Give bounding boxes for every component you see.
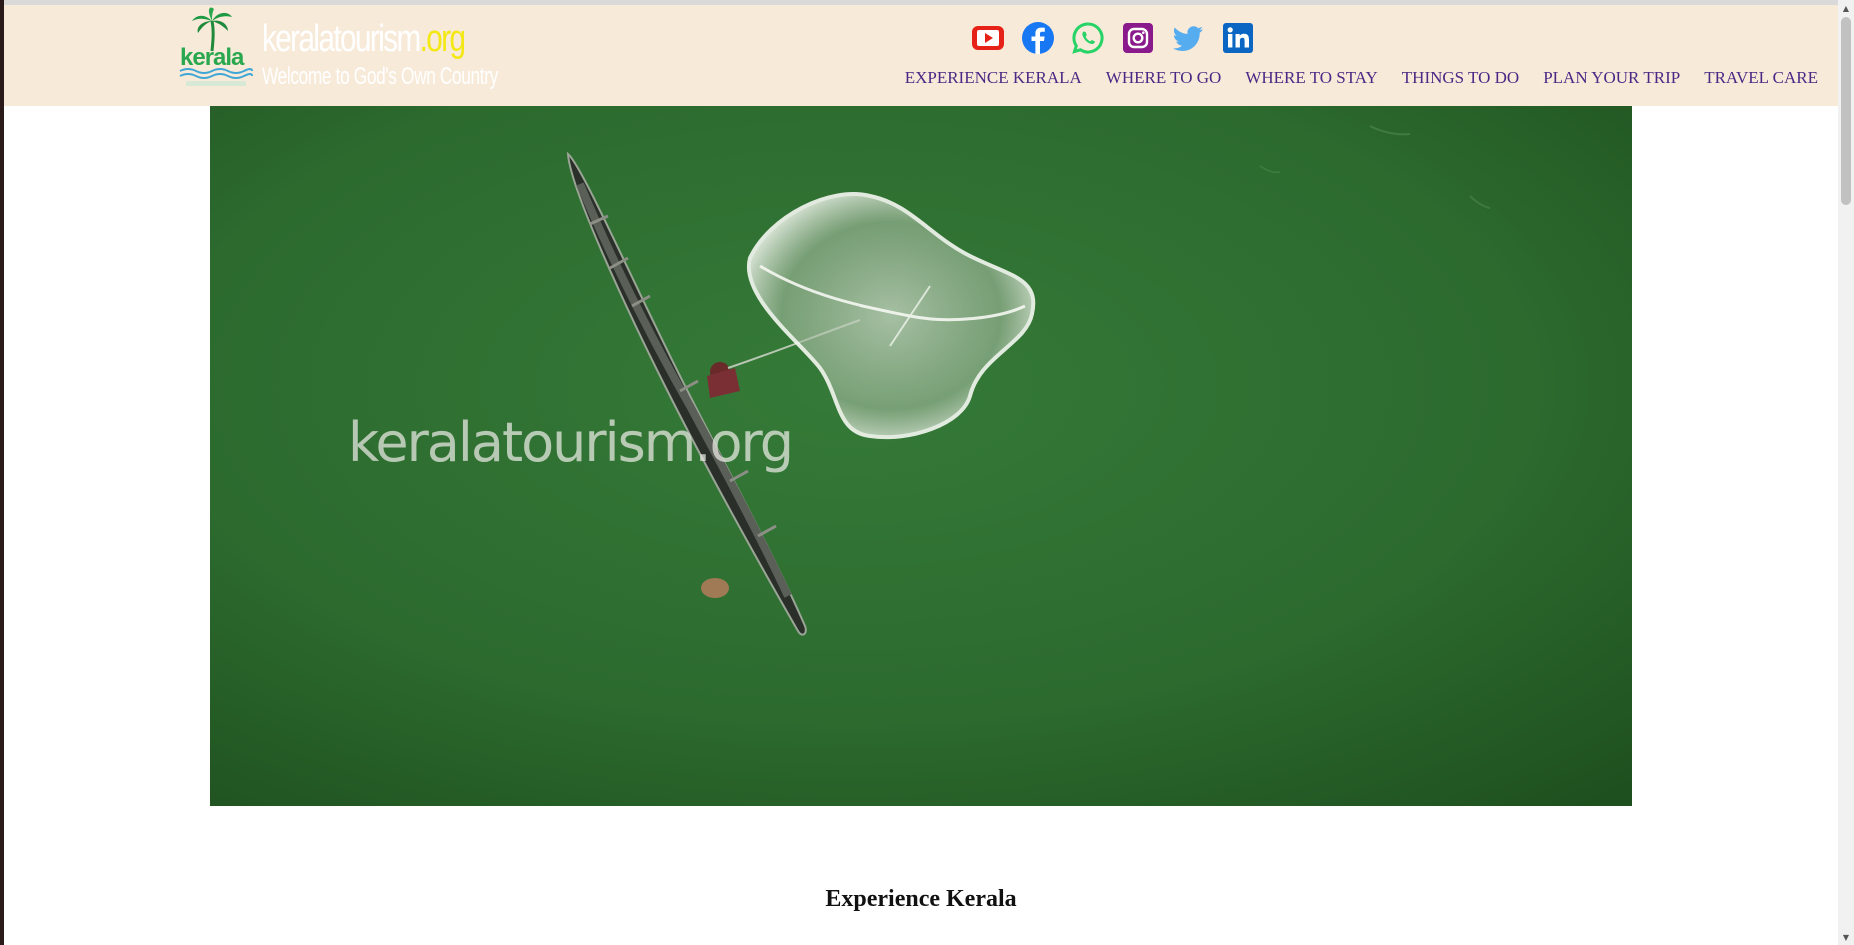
- youtube-icon[interactable]: [971, 21, 1005, 55]
- nav-where-to-stay[interactable]: WHERE TO STAY: [1245, 68, 1377, 88]
- nav-plan-your-trip[interactable]: PLAN YOUR TRIP: [1543, 68, 1680, 88]
- scroll-up-arrow-icon[interactable]: ▲: [1838, 0, 1854, 16]
- main-nav: EXPERIENCE KERALA WHERE TO GO WHERE TO S…: [905, 68, 1818, 88]
- instagram-icon[interactable]: [1121, 21, 1155, 55]
- nav-things-to-do[interactable]: THINGS TO DO: [1402, 68, 1519, 88]
- scroll-down-arrow-icon[interactable]: ▼: [1838, 929, 1854, 945]
- brand-tagline: Welcome to God's Own Country: [262, 63, 498, 90]
- brand-name-main: keralatourism: [262, 18, 421, 60]
- page-scrollbar[interactable]: ▲ ▼: [1838, 0, 1854, 945]
- scroll-thumb[interactable]: [1841, 17, 1851, 205]
- kerala-logo[interactable]: kerala: [176, 7, 256, 89]
- nav-travel-care[interactable]: TRAVEL CARE: [1704, 68, 1818, 88]
- brand-wordmark[interactable]: keralatourism.org Welcome to God's Own C…: [262, 15, 498, 95]
- nav-where-to-go[interactable]: WHERE TO GO: [1106, 68, 1222, 88]
- whatsapp-icon[interactable]: [1071, 21, 1105, 55]
- hero-watermark: keralatourism.org: [348, 411, 794, 474]
- window-left-edge: [0, 0, 4, 945]
- twitter-icon[interactable]: [1171, 21, 1205, 55]
- browser-window: kerala keralatourism.org Welcome to God'…: [0, 0, 1854, 945]
- logo-kerala-text: kerala: [180, 44, 245, 71]
- palm-tree-logo-icon: kerala: [179, 7, 253, 86]
- nav-experience-kerala[interactable]: EXPERIENCE KERALA: [905, 68, 1082, 88]
- social-links: [971, 21, 1255, 55]
- section-title: Experience Kerala: [825, 886, 1017, 912]
- brand-name: keralatourism.org: [262, 18, 466, 60]
- facebook-icon[interactable]: [1021, 21, 1055, 55]
- linkedin-icon[interactable]: [1221, 21, 1255, 55]
- brand-name-tld: .org: [419, 18, 466, 60]
- hero-video[interactable]: keralatourism.org: [210, 106, 1632, 806]
- site-header: kerala keralatourism.org Welcome to God'…: [4, 5, 1838, 106]
